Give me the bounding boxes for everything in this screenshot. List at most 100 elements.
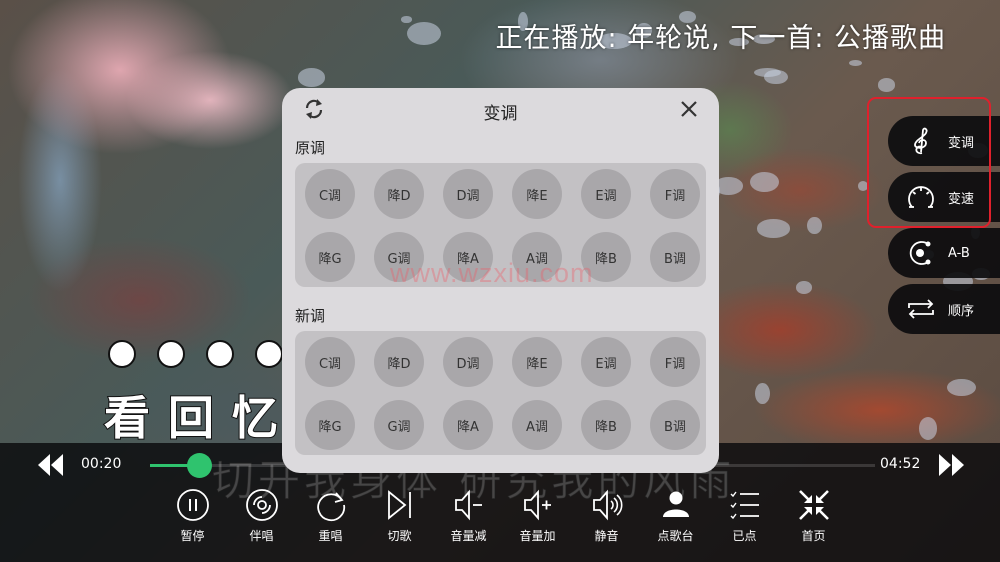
- dialog-title: 变调: [483, 104, 518, 124]
- ab-loop-icon: [909, 241, 931, 265]
- original-key-button[interactable]: 降G: [305, 232, 355, 282]
- original-key-button[interactable]: G调: [374, 232, 424, 282]
- volume-down-button[interactable]: 音量减: [434, 488, 503, 544]
- new-key-grid: C调 降D D调 降E E调 F调降G G调 降A A调 降B B调: [305, 337, 700, 450]
- speedometer-icon: [908, 186, 934, 208]
- video-speck: [918, 417, 938, 441]
- fast-forward-icon: [939, 454, 964, 476]
- accompaniment-label: 伴唱: [249, 529, 274, 543]
- collapse-icon: [798, 490, 829, 520]
- new-key-button[interactable]: 降E: [512, 337, 562, 387]
- side-item-label: 变速: [948, 191, 975, 207]
- accompaniment-icon: [245, 489, 278, 521]
- original-key-button[interactable]: D调: [443, 169, 493, 219]
- skip-label: 切歌: [387, 529, 412, 543]
- side-item-order[interactable]: 顺序: [888, 284, 1000, 334]
- side-item-key-change[interactable]: 变调: [888, 116, 1000, 166]
- close-icon: [681, 101, 697, 117]
- original-key-button[interactable]: 降E: [512, 169, 562, 219]
- new-key-button[interactable]: 降G: [305, 400, 355, 450]
- new-key-button[interactable]: 降A: [443, 400, 493, 450]
- new-key-button[interactable]: D调: [443, 337, 493, 387]
- countdown-dot: [108, 340, 136, 368]
- volume-down-label: 音量减: [450, 529, 487, 543]
- mute-icon: [592, 489, 622, 521]
- replay-button[interactable]: 重唱: [296, 488, 365, 544]
- video-speck: [796, 281, 812, 294]
- video-speck: [755, 382, 770, 404]
- side-item-ab-loop[interactable]: A-B: [888, 228, 1000, 278]
- side-item-label: 顺序: [948, 303, 975, 319]
- video-speck: [749, 172, 779, 193]
- replay-icon: [316, 492, 345, 522]
- song-station-label: 点歌台: [657, 529, 694, 543]
- user-icon: [662, 491, 689, 517]
- pause-button[interactable]: 暂停: [158, 488, 227, 544]
- treble-clef-icon: [914, 127, 928, 155]
- playback-controls: 暂停 伴唱 重唱 切歌 音量减 音量加 静音 点歌台 已点 首页: [158, 488, 848, 544]
- queued-label: 已点: [732, 529, 757, 543]
- new-key-button[interactable]: A调: [512, 400, 562, 450]
- original-key-button[interactable]: 降A: [443, 232, 493, 282]
- video-speck: [947, 378, 977, 397]
- original-key-button[interactable]: C调: [305, 169, 355, 219]
- original-key-panel: C调 降D D调 降E E调 F调降G G调 降A A调 降B B调: [295, 163, 706, 287]
- original-key-button[interactable]: A调: [512, 232, 562, 282]
- video-speck: [849, 60, 862, 67]
- countdown-dot: [206, 340, 234, 368]
- new-key-button[interactable]: B调: [650, 400, 700, 450]
- original-key-button[interactable]: F调: [650, 169, 700, 219]
- new-key-button[interactable]: C调: [305, 337, 355, 387]
- original-key-label: 原调: [295, 139, 326, 157]
- side-menu: 变调 变速 A-B 顺序: [888, 116, 1000, 340]
- rewind-icon: [38, 454, 63, 476]
- mute-button[interactable]: 静音: [572, 488, 641, 544]
- new-key-label: 新调: [295, 307, 326, 325]
- new-key-button[interactable]: F调: [650, 337, 700, 387]
- new-key-panel: C调 降D D调 降E E调 F调降G G调 降A A调 降B B调: [295, 331, 706, 455]
- original-key-button[interactable]: B调: [650, 232, 700, 282]
- close-button[interactable]: [679, 99, 699, 119]
- original-key-button[interactable]: 降B: [581, 232, 631, 282]
- current-lyric: 看回忆: [103, 390, 296, 446]
- skip-next-icon: [387, 490, 411, 520]
- checklist-icon: [730, 491, 759, 520]
- accompaniment-button[interactable]: 伴唱: [227, 488, 296, 544]
- elapsed-time: 00:20: [81, 456, 122, 472]
- original-key-button[interactable]: E调: [581, 169, 631, 219]
- song-station-button[interactable]: 点歌台: [641, 488, 710, 544]
- mute-label: 静音: [594, 529, 619, 543]
- key-change-dialog: 变调 原调 C调 降D D调 降E E调 F调 降G G调 降A A调 降B B调 新调 C调 降D D调…: [282, 88, 719, 473]
- lyric-countdown-dots: [108, 340, 283, 368]
- new-key-button[interactable]: 降D: [374, 337, 424, 387]
- queued-button[interactable]: 已点: [710, 488, 779, 544]
- volume-down-icon: [454, 489, 482, 521]
- volume-up-icon: [523, 489, 551, 521]
- new-key-button[interactable]: G调: [374, 400, 424, 450]
- countdown-dot: [255, 340, 283, 368]
- home-button[interactable]: 首页: [779, 488, 848, 544]
- video-speck: [401, 16, 412, 23]
- countdown-dot: [157, 340, 185, 368]
- new-key-button[interactable]: 降B: [581, 400, 631, 450]
- video-speck: [297, 67, 326, 87]
- side-item-speed[interactable]: 变速: [888, 172, 1000, 222]
- replay-label: 重唱: [318, 529, 343, 543]
- pause-label: 暂停: [180, 529, 205, 543]
- video-speck: [754, 67, 782, 77]
- new-key-button[interactable]: E调: [581, 337, 631, 387]
- side-item-label: 变调: [948, 135, 975, 151]
- pause-icon: [176, 489, 209, 521]
- side-item-label: A-B: [948, 245, 970, 261]
- original-key-grid: C调 降D D调 降E E调 F调降G G调 降A A调 降B B调: [305, 169, 700, 282]
- video-speck: [756, 219, 791, 238]
- video-speck: [807, 216, 822, 234]
- skip-button[interactable]: 切歌: [365, 488, 434, 544]
- volume-up-button[interactable]: 音量加: [503, 488, 572, 544]
- volume-up-label: 音量加: [519, 529, 556, 543]
- fast-forward-button[interactable]: [936, 452, 966, 478]
- home-label: 首页: [801, 529, 826, 543]
- repeat-icon: [908, 299, 934, 319]
- original-key-button[interactable]: 降D: [374, 169, 424, 219]
- rewind-button[interactable]: [36, 452, 66, 478]
